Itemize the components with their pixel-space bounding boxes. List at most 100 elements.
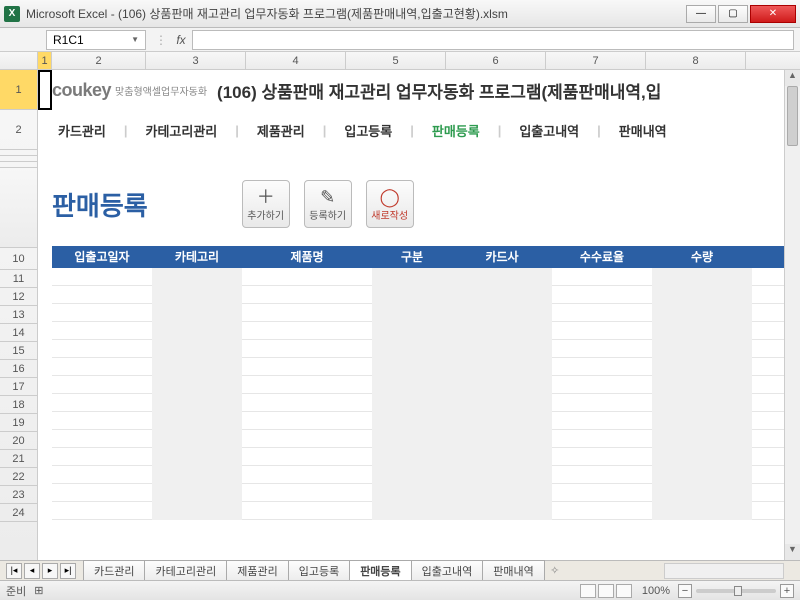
table-row[interactable]: [52, 304, 800, 322]
table-cell[interactable]: [52, 358, 152, 376]
table-cell[interactable]: [52, 268, 152, 286]
zoom-thumb[interactable]: [734, 586, 742, 596]
table-cell[interactable]: [152, 376, 242, 394]
table-cell[interactable]: [372, 322, 452, 340]
row-header[interactable]: 13: [0, 306, 37, 324]
table-cell[interactable]: [52, 394, 152, 412]
close-button[interactable]: ✕: [750, 5, 796, 23]
row-header[interactable]: 18: [0, 396, 37, 414]
column-header[interactable]: 2: [52, 52, 146, 69]
table-cell[interactable]: [242, 286, 372, 304]
table-cell[interactable]: [552, 484, 652, 502]
nav-item[interactable]: 카테고리관리: [139, 121, 223, 140]
table-cell[interactable]: [452, 322, 552, 340]
table-cell[interactable]: [152, 358, 242, 376]
table-cell[interactable]: [52, 466, 152, 484]
table-cell[interactable]: [452, 484, 552, 502]
nav-item[interactable]: 카드관리: [52, 121, 112, 140]
tab-nav-prev[interactable]: ◂: [24, 563, 40, 579]
row-header[interactable]: 17: [0, 378, 37, 396]
nav-item[interactable]: 판매등록: [426, 121, 486, 140]
table-cell[interactable]: [372, 502, 452, 520]
table-cell[interactable]: [242, 502, 372, 520]
table-cell[interactable]: [372, 484, 452, 502]
table-cell[interactable]: [52, 376, 152, 394]
sheet-tab[interactable]: 판매등록: [349, 560, 411, 581]
table-cell[interactable]: [552, 268, 652, 286]
new-sheet-button[interactable]: ✧: [545, 564, 565, 577]
table-cell[interactable]: [372, 358, 452, 376]
table-cell[interactable]: [652, 286, 752, 304]
tab-nav-next[interactable]: ▸: [42, 563, 58, 579]
table-cell[interactable]: [372, 286, 452, 304]
fx-button[interactable]: fx: [170, 33, 192, 47]
row-header[interactable]: 1: [0, 70, 37, 110]
table-cell[interactable]: [552, 376, 652, 394]
minimize-button[interactable]: —: [686, 5, 716, 23]
table-cell[interactable]: [52, 340, 152, 358]
row-header[interactable]: 12: [0, 288, 37, 306]
view-normal-icon[interactable]: [580, 584, 596, 598]
table-cell[interactable]: [652, 268, 752, 286]
table-cell[interactable]: [52, 412, 152, 430]
row-header[interactable]: 21: [0, 450, 37, 468]
table-cell[interactable]: [552, 340, 652, 358]
table-cell[interactable]: [152, 322, 242, 340]
table-cell[interactable]: [372, 466, 452, 484]
table-cell[interactable]: [452, 502, 552, 520]
table-cell[interactable]: [652, 394, 752, 412]
name-box[interactable]: R1C1▼: [46, 30, 146, 50]
table-cell[interactable]: [372, 304, 452, 322]
table-cell[interactable]: [452, 394, 552, 412]
table-row[interactable]: [52, 484, 800, 502]
table-cell[interactable]: [242, 448, 372, 466]
table-cell[interactable]: [552, 286, 652, 304]
table-cell[interactable]: [242, 376, 372, 394]
table-cell[interactable]: [152, 448, 242, 466]
table-cell[interactable]: [652, 430, 752, 448]
table-cell[interactable]: [242, 358, 372, 376]
table-cell[interactable]: [452, 466, 552, 484]
table-cell[interactable]: [152, 484, 242, 502]
row-header[interactable]: 22: [0, 468, 37, 486]
table-row[interactable]: [52, 358, 800, 376]
sheet-tab[interactable]: 입고등록: [288, 560, 350, 581]
sheet-tab[interactable]: 입출고내역: [411, 560, 484, 581]
table-cell[interactable]: [652, 448, 752, 466]
column-header[interactable]: 8: [646, 52, 746, 69]
table-cell[interactable]: [552, 304, 652, 322]
table-row[interactable]: [52, 412, 800, 430]
table-cell[interactable]: [552, 394, 652, 412]
sheet-tab[interactable]: 제품관리: [226, 560, 288, 581]
row-header[interactable]: 14: [0, 324, 37, 342]
table-cell[interactable]: [452, 340, 552, 358]
table-cell[interactable]: [372, 340, 452, 358]
column-header[interactable]: 4: [246, 52, 346, 69]
table-row[interactable]: [52, 466, 800, 484]
table-cell[interactable]: [52, 322, 152, 340]
sheet-tab[interactable]: 카테고리관리: [144, 560, 227, 581]
table-cell[interactable]: [652, 340, 752, 358]
nav-item[interactable]: 입고등록: [338, 121, 398, 140]
table-cell[interactable]: [652, 412, 752, 430]
zoom-in-button[interactable]: +: [780, 584, 794, 598]
table-cell[interactable]: [652, 304, 752, 322]
table-cell[interactable]: [652, 376, 752, 394]
row-header[interactable]: 24: [0, 504, 37, 522]
table-cell[interactable]: [242, 322, 372, 340]
column-header[interactable]: 1: [38, 52, 52, 69]
table-cell[interactable]: [152, 304, 242, 322]
column-header[interactable]: 7: [546, 52, 646, 69]
table-cell[interactable]: [152, 268, 242, 286]
table-cell[interactable]: [372, 394, 452, 412]
table-cell[interactable]: [552, 466, 652, 484]
table-cell[interactable]: [242, 430, 372, 448]
nav-item[interactable]: 판매내역: [613, 121, 673, 140]
table-cell[interactable]: [242, 268, 372, 286]
table-cell[interactable]: [242, 412, 372, 430]
table-cell[interactable]: [552, 502, 652, 520]
table-cell[interactable]: [552, 448, 652, 466]
row-header[interactable]: 11: [0, 270, 37, 288]
table-cell[interactable]: [452, 430, 552, 448]
add-button[interactable]: ＋추가하기: [242, 180, 290, 228]
